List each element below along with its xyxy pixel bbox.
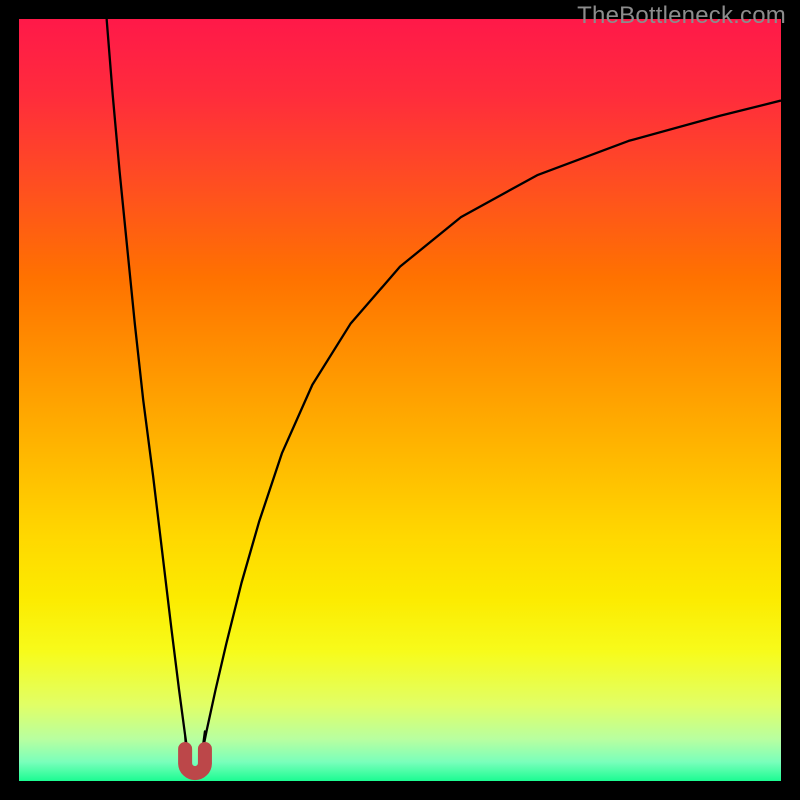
plot-area bbox=[19, 19, 781, 781]
watermark: TheBottleneck.com bbox=[577, 2, 786, 30]
curve-layer bbox=[19, 19, 781, 781]
highlight-u-marker bbox=[185, 749, 205, 773]
bottleneck-curve bbox=[107, 19, 781, 777]
frame: TheBottleneck.com bbox=[0, 0, 800, 800]
